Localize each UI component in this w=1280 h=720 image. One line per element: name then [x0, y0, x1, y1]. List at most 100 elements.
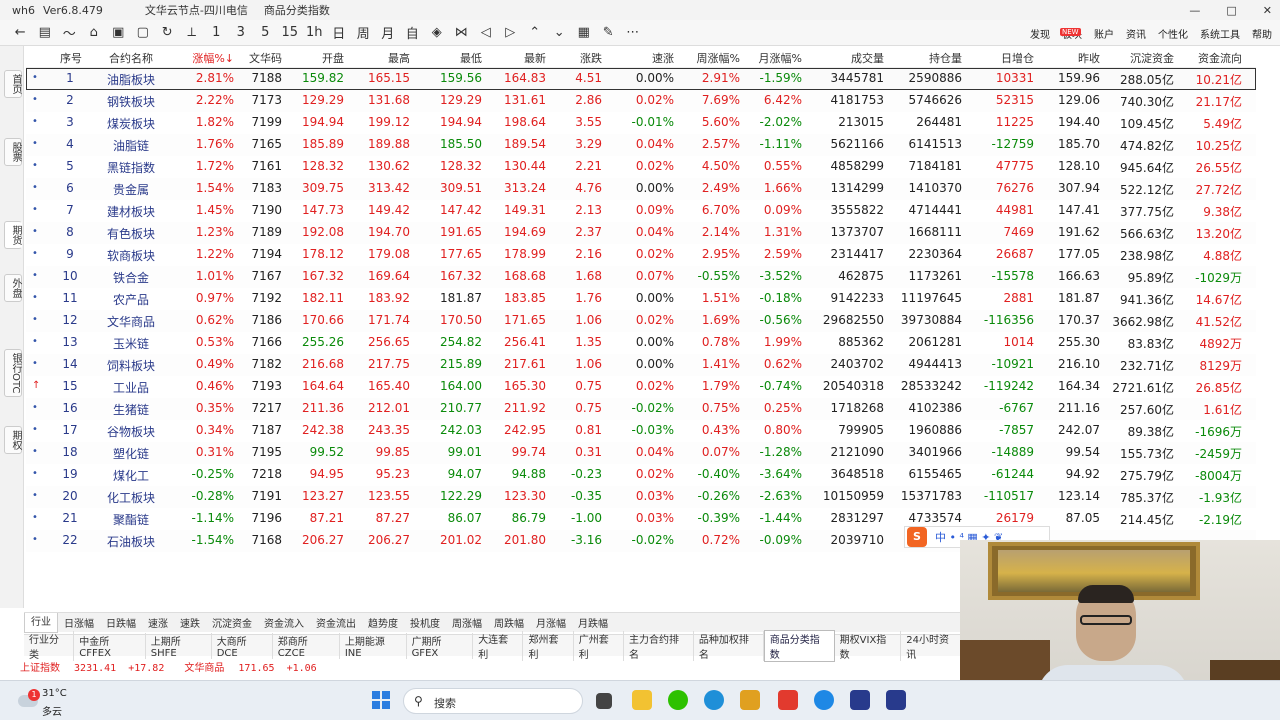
table-row[interactable]: • 11 农产品 0.97% 7192 182.11 183.92 181.87 183.85 1…	[26, 288, 1256, 310]
table-row[interactable]: • 14 饲料板块 0.49% 7182 216.68 217.75 215.89 217.61…	[26, 354, 1256, 376]
market-tab-12[interactable]: 商品分类指数	[763, 629, 835, 662]
menu-item-4[interactable]: 个性化	[1158, 26, 1188, 41]
sort-tab-13[interactable]: 月跌幅	[572, 615, 614, 630]
wechat-icon[interactable]	[668, 690, 688, 710]
menu-item-3[interactable]: 资讯	[1126, 26, 1146, 41]
table-row[interactable]: • 13 玉米链 0.53% 7166 255.26 256.65 254.82 256.41 1…	[26, 332, 1256, 354]
sort-tab-1[interactable]: 日涨幅	[58, 615, 100, 630]
column-header-chg[interactable]: 涨幅%↓	[186, 50, 234, 66]
weather-widget[interactable]: 1 31°C 多云	[14, 685, 84, 719]
sort-tab-12[interactable]: 月涨幅	[530, 615, 572, 630]
toolbar-icon-9[interactable]: 3	[229, 25, 254, 40]
left-tab-1[interactable]: 股票	[4, 138, 22, 166]
taskview-icon[interactable]	[596, 693, 612, 709]
column-header-last[interactable]: 最新	[490, 50, 546, 66]
table-row[interactable]: • 19 煤化工 -0.25% 7218 94.95 95.23 94.07 94.88 -0.2…	[26, 464, 1256, 486]
toolbar-icon-3[interactable]: ⌂	[82, 25, 107, 40]
table-row[interactable]: • 18 塑化链 0.31% 7195 99.52 99.85 99.01 99.74 0.31 0…	[26, 442, 1256, 464]
column-header-low[interactable]: 最低	[418, 50, 482, 66]
toolbar-icon-2[interactable]: 〜	[57, 23, 82, 42]
toolbar-icon-19[interactable]: ◁	[474, 25, 499, 40]
market-tab-3[interactable]: 大商所DCE	[212, 632, 273, 659]
windows-start-icon[interactable]	[372, 691, 390, 709]
menu-item-0[interactable]: 发现	[1030, 30, 1050, 41]
table-row[interactable]: • 21 聚酯链 -1.14% 7196 87.21 87.27 86.07 86.79 -1.0…	[26, 508, 1256, 530]
table-row[interactable]: • 1 油脂板块 2.81% 7188 159.82 165.15 159.56 164.83 4…	[26, 68, 1256, 90]
table-row[interactable]: • 8 有色板块 1.23% 7189 192.08 194.70 191.65 194.69 2…	[26, 222, 1256, 244]
left-tab-0[interactable]: 首页	[4, 70, 22, 98]
market-tab-6[interactable]: 广期所GFEX	[407, 632, 474, 659]
toolbar-icon-1[interactable]: ▤	[33, 25, 58, 40]
market-tab-9[interactable]: 广州套利	[574, 630, 624, 661]
toolbar-icon-6[interactable]: ↻	[155, 25, 180, 40]
toolbar-icon-17[interactable]: ◈	[425, 25, 450, 40]
table-row[interactable]: • 3 煤炭板块 1.82% 7199 194.94 199.12 194.94 198.64 3…	[26, 112, 1256, 134]
sort-tab-4[interactable]: 速跌	[174, 615, 206, 630]
wh6-app-icon[interactable]	[850, 690, 870, 710]
toolbar-icon-20[interactable]: ▷	[498, 25, 523, 40]
column-header-open[interactable]: 开盘	[288, 50, 344, 66]
column-header-high[interactable]: 最高	[352, 50, 410, 66]
market-tab-5[interactable]: 上期能源INE	[340, 632, 407, 659]
market-tab-10[interactable]: 主力合约排名	[624, 630, 694, 661]
toolbar-icon-8[interactable]: 1	[204, 25, 229, 40]
market-tab-0[interactable]: 行业分类	[24, 630, 75, 661]
toolbar-icon-13[interactable]: 日	[327, 23, 352, 42]
column-header-week[interactable]: 周涨幅%	[686, 50, 740, 66]
toolbar-icon-25[interactable]: ⋯	[621, 25, 646, 40]
table-row[interactable]: • 6 贵金属 1.54% 7183 309.75 313.42 309.51 313.24 4.…	[26, 178, 1256, 200]
table-row[interactable]: • 12 文华商品 0.62% 7186 170.66 171.74 170.50 171.65…	[26, 310, 1256, 332]
left-tab-5[interactable]: 期权	[4, 426, 22, 454]
toolbar-icon-22[interactable]: ⌄	[547, 25, 572, 40]
wps-icon[interactable]	[778, 690, 798, 710]
column-header-oi[interactable]: 持仓量	[888, 50, 962, 66]
table-row[interactable]: • 16 生猪链 0.35% 7217 211.36 212.01 210.77 211.92 0…	[26, 398, 1256, 420]
table-row[interactable]: ↑ 15 工业品 0.46% 7193 164.64 165.40 164.00 165.30 0…	[26, 376, 1256, 398]
column-header-fund[interactable]: 沉淀资金	[1106, 50, 1174, 66]
toolbar-icon-24[interactable]: ✎	[596, 25, 621, 40]
market-tab-13[interactable]: 期权VIX指数	[835, 630, 902, 661]
column-header-doi[interactable]: 日增仓	[974, 50, 1034, 66]
table-row[interactable]: • 20 化工板块 -0.28% 7191 123.27 123.55 122.29 123.3…	[26, 486, 1256, 508]
column-header-vol[interactable]: 成交量	[814, 50, 884, 66]
security-icon[interactable]	[814, 690, 834, 710]
toolbar-icon-11[interactable]: 15	[278, 25, 303, 40]
sort-tab-6[interactable]: 资金流入	[258, 615, 310, 630]
column-header-speed[interactable]: 速涨	[622, 50, 674, 66]
sogou-ime-icon[interactable]: S	[907, 527, 927, 547]
sort-tab-7[interactable]: 资金流出	[310, 615, 362, 630]
sort-tab-11[interactable]: 周跌幅	[488, 615, 530, 630]
column-header-prev[interactable]: 昨收	[1046, 50, 1100, 66]
minimize-button[interactable]: —	[1189, 4, 1200, 17]
maximize-button[interactable]: □	[1226, 4, 1236, 17]
toolbar-icon-0[interactable]: ←	[8, 25, 33, 40]
toolbar-icon-16[interactable]: 自	[400, 23, 425, 42]
market-tab-11[interactable]: 品种加权排名	[694, 630, 764, 661]
table-row[interactable]: • 17 谷物板块 0.34% 7187 242.38 243.35 242.03 242.95…	[26, 420, 1256, 442]
column-header-name[interactable]: 合约名称	[96, 50, 166, 66]
close-button[interactable]: ✕	[1263, 4, 1272, 17]
table-row[interactable]: • 10 铁合金 1.01% 7167 167.32 169.64 167.32 168.68 1…	[26, 266, 1256, 288]
toolbar-icon-14[interactable]: 周	[351, 23, 376, 42]
file-explorer-icon[interactable]	[632, 690, 652, 710]
column-header-diff[interactable]: 涨跌	[550, 50, 602, 66]
table-row[interactable]: • 9 软商板块 1.22% 7194 178.12 179.08 177.65 178.99 2…	[26, 244, 1256, 266]
market-tab-1[interactable]: 中金所CFFEX	[74, 632, 146, 659]
toolbar-icon-21[interactable]: ⌃	[523, 25, 548, 40]
wh6-app-icon-2[interactable]	[886, 690, 906, 710]
table-row[interactable]: • 2 钢铁板块 2.22% 7173 129.29 131.68 129.29 131.61 2…	[26, 90, 1256, 112]
brush-app-icon[interactable]	[740, 690, 760, 710]
toolbar-icon-4[interactable]: ▣	[106, 25, 131, 40]
sort-tab-5[interactable]: 沉淀资金	[206, 615, 258, 630]
market-tab-14[interactable]: 24小时资讯	[901, 630, 965, 661]
table-row[interactable]: • 7 建材板块 1.45% 7190 147.73 149.42 147.42 149.31 2…	[26, 200, 1256, 222]
toolbar-icon-7[interactable]: ⟂	[180, 25, 205, 40]
edge-icon[interactable]	[704, 690, 724, 710]
market-tab-4[interactable]: 郑商所CZCE	[273, 632, 340, 659]
left-tab-2[interactable]: 期货	[4, 221, 22, 249]
table-row[interactable]: • 4 油脂链 1.76% 7165 185.89 189.88 185.50 189.54 3.…	[26, 134, 1256, 156]
toolbar-icon-10[interactable]: 5	[253, 25, 278, 40]
left-tab-4[interactable]: 银行OTC	[4, 349, 22, 398]
toolbar-icon-15[interactable]: 月	[376, 23, 401, 42]
sort-tab-2[interactable]: 日跌幅	[100, 615, 142, 630]
